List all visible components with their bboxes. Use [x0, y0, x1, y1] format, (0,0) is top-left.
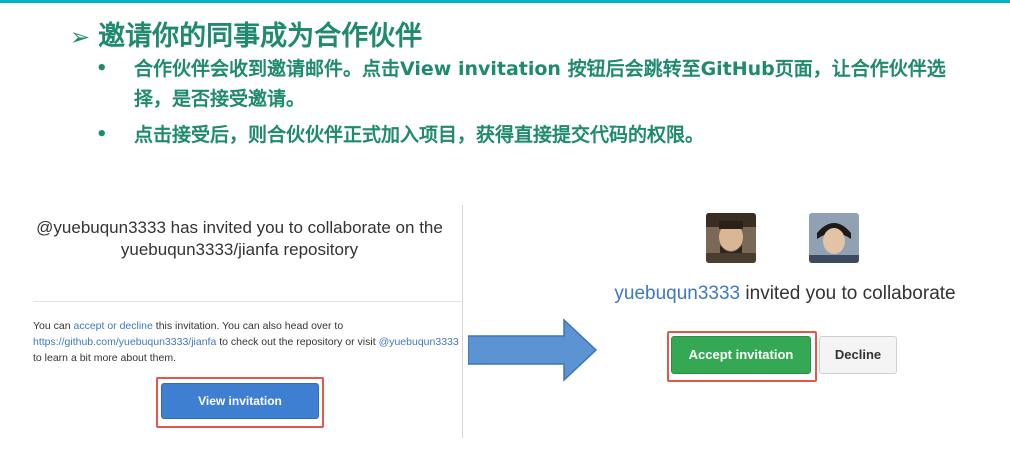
email-body-text: to learn a bit more about them. — [33, 352, 176, 364]
email-divider — [33, 301, 461, 302]
accept-invitation-button[interactable]: Accept invitation — [671, 336, 811, 374]
bullet-dot-icon: • — [96, 58, 108, 79]
email-heading-line1: @yuebuqun3333 has invited you to collabo… — [36, 218, 443, 237]
invitee-avatar — [809, 213, 859, 263]
accept-or-decline-link[interactable]: accept or decline — [73, 320, 152, 332]
invitation-email-panel: @yuebuqun3333 has invited you to collabo… — [17, 205, 463, 438]
email-heading: @yuebuqun3333 has invited you to collabo… — [17, 217, 462, 261]
bullet-item: • 点击接受后，则合伙伙伴正式加入项目，获得直接提交代码的权限。 — [96, 120, 976, 150]
email-heading-line2: yuebuqun3333/jianfa repository — [120, 240, 359, 259]
email-body-text: to check out the repository or visit — [216, 336, 379, 348]
inviter-username-link[interactable]: yuebuqun3333 — [614, 283, 740, 304]
email-body-text: this invitation. You can also head over … — [152, 320, 344, 332]
arrow-bullet-icon: ➢ — [70, 23, 91, 51]
bullet-text: 点击接受后，则合伙伙伴正式加入项目，获得直接提交代码的权限。 — [134, 124, 705, 146]
github-invitation-panel: yuebuqun3333 invited you to collaborate … — [575, 205, 995, 405]
slide-title: ➢ 邀请你的同事成为合作伙伴 — [70, 14, 422, 53]
bullet-dot-icon: • — [96, 124, 108, 145]
view-invitation-button[interactable]: View invitation — [161, 383, 319, 419]
top-accent-line — [0, 0, 1010, 3]
bullet-text: 合作伙伴会收到邀请邮件。点击View invitation 按钮后会跳转至Git… — [134, 58, 946, 110]
user-profile-link[interactable]: @yuebuqun3333 — [379, 336, 459, 348]
repository-url-link[interactable]: https://github.com/yuebuqun3333/jianfa — [33, 336, 216, 348]
invitation-message-text: invited you to collaborate — [740, 283, 956, 304]
decline-button[interactable]: Decline — [819, 336, 897, 374]
bullet-item: • 合作伙伴会收到邀请邮件。点击View invitation 按钮后会跳转至G… — [96, 54, 976, 114]
email-body: You can accept or decline this invitatio… — [33, 318, 461, 366]
slide-title-text: 邀请你的同事成为合作伙伴 — [98, 21, 423, 52]
email-body-text: You can — [33, 320, 74, 332]
bullet-list: • 合作伙伴会收到邀请邮件。点击View invitation 按钮后会跳转至G… — [96, 54, 976, 150]
invitation-message: yuebuqun3333 invited you to collaborate — [575, 283, 995, 305]
inviter-avatar — [706, 213, 756, 263]
